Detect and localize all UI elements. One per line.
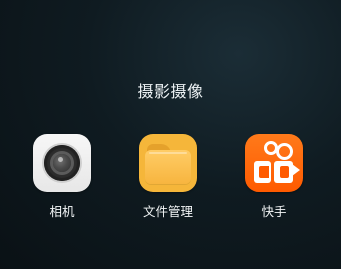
kuaishou-icon[interactable] [245,134,303,192]
home-folder-screen: { "folder": { "title": "摄影摄像" }, "apps":… [0,0,341,269]
folder-icon[interactable] [139,134,197,192]
app-kuaishou[interactable]: 快手 [231,134,317,224]
app-label-camera: 相机 [49,204,75,219]
camera-icon[interactable] [33,134,91,192]
kuaishou-play-triangle [292,164,300,176]
kuaishou-reel-large [276,143,293,160]
folder-highlight [149,152,187,154]
kuaishou-notch-left [259,166,269,178]
app-label-kuaishou: 快手 [261,204,287,219]
app-camera[interactable]: 相机 [19,134,105,224]
kuaishou-notch-right [280,166,289,178]
app-label-file-manager: 文件管理 [142,204,193,219]
folder-title: 摄影摄像 [137,82,204,101]
folder-body [145,150,191,184]
camera-lens-glint [58,157,63,162]
app-file-manager[interactable]: 文件管理 [125,134,211,224]
